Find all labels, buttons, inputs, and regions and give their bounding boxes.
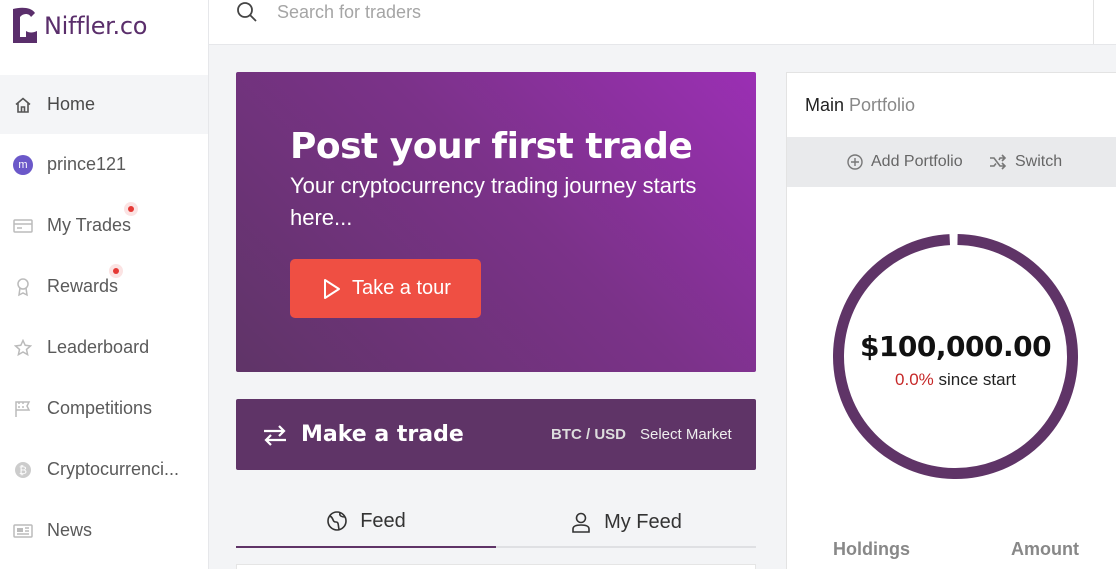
user-icon — [572, 512, 590, 533]
notification-dot — [109, 264, 123, 278]
home-icon — [13, 95, 33, 115]
feed-card — [236, 564, 756, 569]
svg-text:₿: ₿ — [19, 464, 27, 477]
sidebar-item-label: My Trades — [47, 215, 132, 235]
logo[interactable]: Niffler.co — [11, 6, 147, 46]
search-icon[interactable] — [235, 0, 259, 24]
niffler-logo-icon — [13, 7, 37, 43]
news-icon — [13, 521, 33, 541]
tab-my-feed[interactable]: My Feed — [496, 498, 756, 546]
amount-column-header[interactable]: Amount — [1011, 539, 1079, 560]
sidebar-nav: Home m prince121 My Trades Rewards Leade… — [0, 75, 208, 561]
sidebar-item-news[interactable]: News — [0, 500, 208, 561]
portfolio-change: 0.0% since start — [895, 370, 1016, 389]
topbar-divider — [1093, 0, 1094, 44]
star-icon — [13, 338, 33, 358]
avatar: m — [13, 154, 33, 175]
sidebar-item-label: prince121 — [47, 154, 127, 174]
sidebar-item-label: Home — [47, 94, 96, 114]
globe-icon — [327, 511, 348, 531]
switch-portfolio-button[interactable]: Switch — [989, 137, 1062, 187]
brand-name: Niffler.co — [44, 12, 148, 40]
portfolio-panel: Main Portfolio Add Portfolio Switch $100… — [786, 72, 1116, 569]
search-input[interactable] — [277, 0, 777, 24]
tab-label: Feed — [360, 509, 406, 532]
sidebar-item-label: Cryptocurrenci... — [47, 459, 180, 479]
tab-label: My Feed — [604, 510, 682, 533]
tab-feed[interactable]: Feed — [236, 498, 496, 548]
plus-circle-icon — [847, 154, 863, 170]
play-icon — [324, 278, 340, 299]
bitcoin-icon: ₿ — [13, 460, 33, 480]
sidebar-item-competitions[interactable]: Competitions — [0, 378, 208, 439]
sidebar-item-my-trades[interactable]: My Trades — [0, 195, 208, 256]
flag-icon — [13, 399, 33, 419]
holdings-column-header[interactable]: Holdings — [833, 539, 910, 560]
take-a-tour-button[interactable]: Take a tour — [290, 259, 481, 318]
portfolio-value: $100,000.00 — [859, 330, 1052, 363]
sidebar-item-leaderboard[interactable]: Leaderboard — [0, 317, 208, 378]
portfolio-title: Main Portfolio — [805, 95, 916, 115]
select-market-link[interactable]: Select Market — [640, 426, 732, 443]
swap-arrows-icon — [264, 424, 286, 446]
feed-tabs: Feed My Feed — [236, 498, 756, 548]
trades-icon — [13, 216, 33, 236]
sidebar-item-rewards[interactable]: Rewards — [0, 256, 208, 317]
sidebar: Niffler.co Home m prince121 My Trades Re… — [0, 0, 209, 569]
portfolio-actions: Add Portfolio Switch — [787, 137, 1116, 187]
hero-title: Post your first trade — [290, 126, 693, 167]
make-a-trade-bar[interactable]: Make a trade BTC / USD Select Market — [236, 399, 756, 470]
hero-subtitle: Your cryptocurrency trading journey star… — [290, 173, 697, 230]
hero-banner: Post your first trade Your cryptocurrenc… — [236, 72, 756, 372]
sidebar-item-home[interactable]: Home — [0, 75, 208, 134]
sidebar-item-label: Leaderboard — [47, 337, 150, 357]
sidebar-item-label: Rewards — [47, 276, 119, 296]
notification-dot — [124, 202, 138, 216]
sidebar-item-label: News — [47, 520, 93, 540]
award-icon — [13, 277, 33, 297]
make-a-trade-title: Make a trade — [301, 422, 464, 447]
sidebar-item-cryptocurrencies[interactable]: ₿ Cryptocurrenci... — [0, 439, 208, 500]
shuffle-icon — [990, 154, 1007, 170]
take-a-tour-label: Take a tour — [352, 277, 451, 299]
sidebar-item-profile[interactable]: m prince121 — [0, 134, 208, 195]
market-pair: BTC / USD — [551, 426, 626, 443]
sidebar-item-label: Competitions — [47, 398, 153, 418]
topbar — [209, 0, 1116, 45]
add-portfolio-button[interactable]: Add Portfolio — [847, 137, 963, 187]
